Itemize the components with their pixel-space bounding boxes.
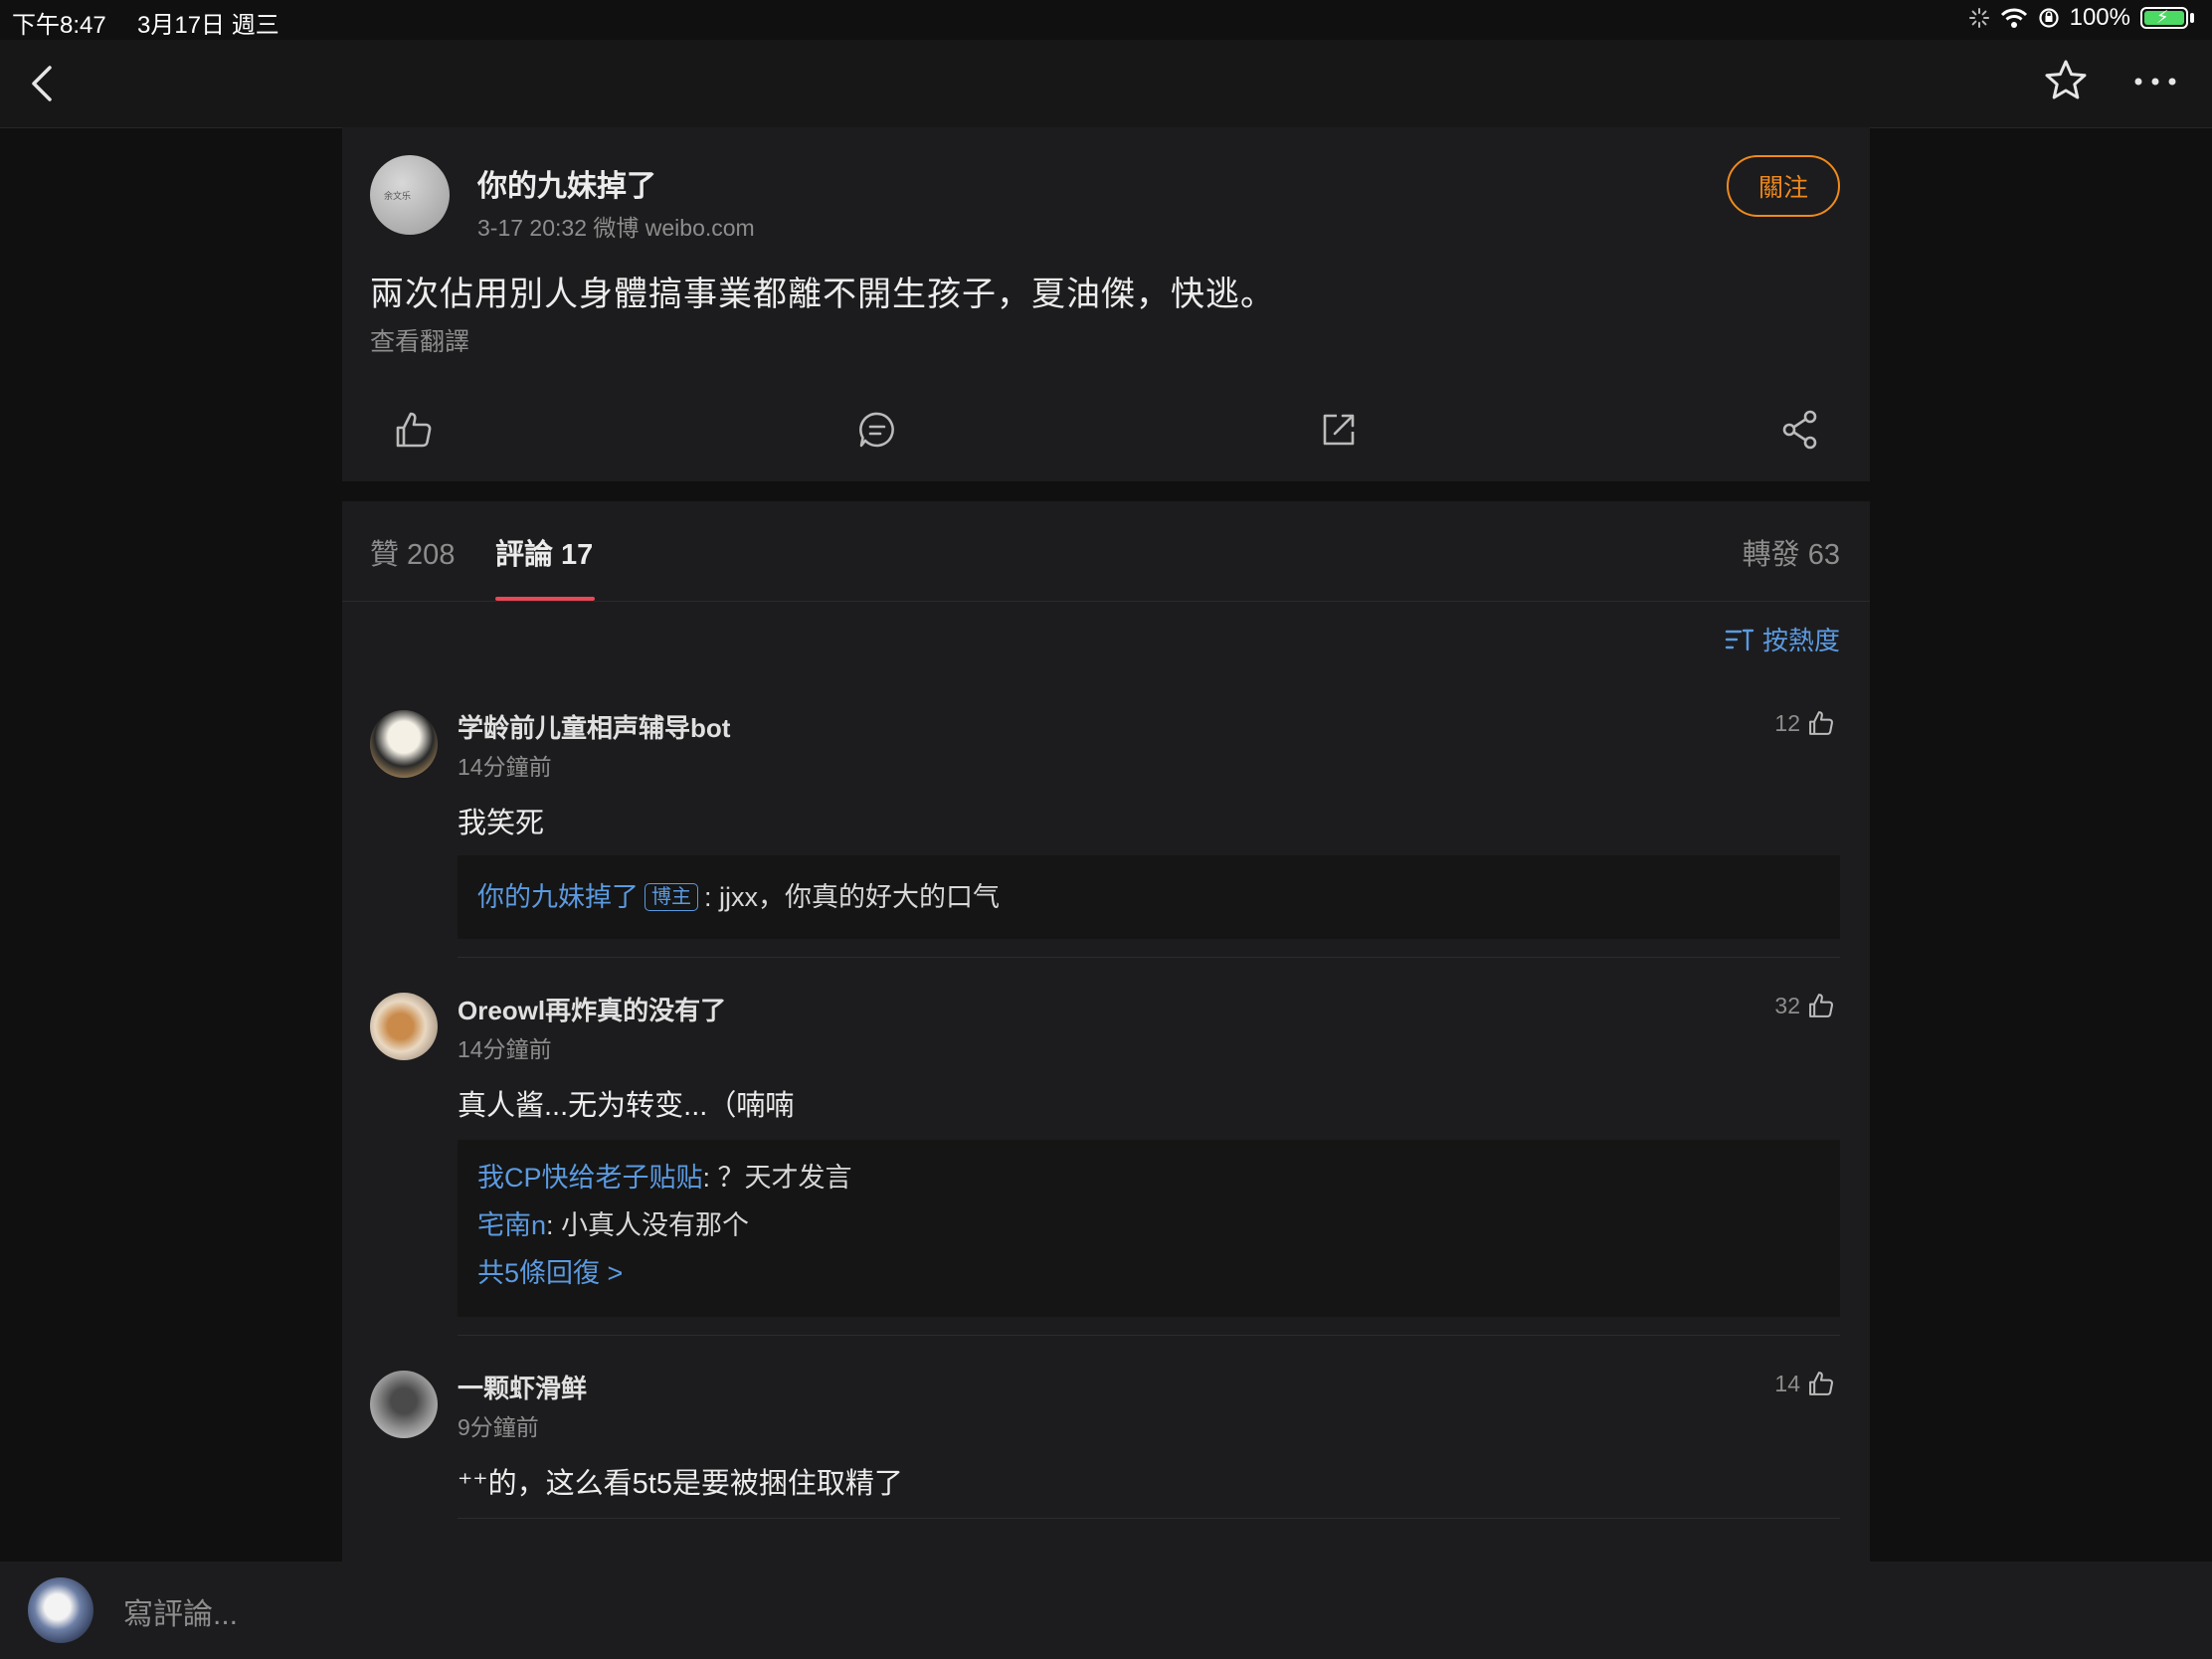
post-text: 兩次佔用別人身體搞事業都離不開生孩子，夏油傑，快逃。 bbox=[370, 276, 1275, 313]
orientation-lock-icon bbox=[2039, 8, 2059, 28]
current-user-avatar[interactable] bbox=[28, 1577, 93, 1643]
commenter-name[interactable]: 学龄前儿童相声辅导bot bbox=[458, 708, 730, 745]
battery-percent: 100% bbox=[2069, 4, 2130, 31]
commenter-avatar[interactable] bbox=[370, 993, 438, 1060]
reply-author[interactable]: 你的九妹掉了 bbox=[477, 882, 639, 912]
reply-text: : 小真人没有那个 bbox=[546, 1210, 750, 1240]
comment-like-button[interactable]: 12 bbox=[1774, 708, 1836, 738]
reply-text: : ？天才发言 bbox=[702, 1163, 852, 1193]
reply-text: : jjxx，你真的好大的口气 bbox=[704, 882, 1000, 912]
status-indicators: 100% ⚡ bbox=[1968, 4, 2194, 32]
comment-time: 14分鐘前 bbox=[458, 754, 552, 780]
more-replies-link[interactable]: 共5條回復 > bbox=[477, 1249, 1820, 1297]
comment-like-count: 32 bbox=[1774, 992, 1800, 1018]
activity-icon bbox=[1968, 8, 1989, 28]
tab-comments[interactable]: 評論 17 bbox=[495, 531, 593, 573]
commenter-avatar[interactable] bbox=[370, 710, 438, 778]
comment-input-bar: 寫評論... bbox=[0, 1562, 2212, 1659]
share-icon[interactable] bbox=[1778, 408, 1822, 452]
reply-box: 你的九妹掉了 博主: jjxx，你真的好大的口气 bbox=[458, 855, 1840, 939]
translate-link[interactable]: 查看翻譯 bbox=[370, 322, 469, 358]
thumbs-up-icon bbox=[1809, 994, 1833, 1017]
tab-likes[interactable]: 贊 208 bbox=[370, 531, 455, 573]
comment-divider bbox=[458, 1335, 1840, 1336]
battery-tip bbox=[2190, 13, 2194, 23]
reply-box: 我CP快给老子贴贴: ？天才发言 宅南n: 小真人没有那个 共5條回復 > bbox=[458, 1140, 1840, 1317]
sort-label: 按熱度 bbox=[1761, 626, 1840, 655]
post-meta: 3-17 20:32 微博 weibo.com bbox=[477, 215, 755, 241]
tab-reposts[interactable]: 轉發 63 bbox=[1743, 531, 1840, 573]
comment-text: ⁺⁺的，这么看5t5是要被捆住取精了 bbox=[458, 1468, 903, 1500]
reply-line: 我CP快给老子贴贴: ？天才发言 bbox=[477, 1154, 1820, 1201]
reply-line: 宅南n: 小真人没有那个 bbox=[477, 1201, 1820, 1249]
reply-line: 你的九妹掉了 博主: jjxx，你真的好大的口气 bbox=[477, 873, 1820, 921]
comment-text: 真人酱...无为转变...（喃喃 bbox=[458, 1090, 795, 1122]
status-time: 下午8:47 bbox=[12, 12, 106, 39]
comment-like-count: 14 bbox=[1774, 1370, 1800, 1396]
comment-divider bbox=[458, 957, 1840, 958]
battery-icon: ⚡ bbox=[2140, 7, 2188, 29]
wifi-icon bbox=[2000, 8, 2027, 28]
comment-text: 我笑死 bbox=[458, 808, 545, 839]
comments-panel: 贊 208 評論 17 轉發 63 按熱度 学龄前儿童相声辅导bot 14分鐘前… bbox=[342, 501, 1870, 1566]
comment-divider bbox=[458, 1518, 1840, 1519]
status-bar: 下午8:47 3月17日 週三 100% ⚡ bbox=[0, 0, 2212, 40]
follow-button[interactable]: 關注 bbox=[1727, 155, 1840, 217]
post-author-name[interactable]: 你的九妹掉了 bbox=[477, 161, 656, 205]
comment-input[interactable]: 寫評論... bbox=[123, 1589, 238, 1633]
commenter-avatar[interactable] bbox=[370, 1371, 438, 1438]
avatar-caption: 余文乐 bbox=[384, 191, 412, 201]
reply-author[interactable]: 我CP快给老子贴贴 bbox=[477, 1163, 703, 1193]
back-arrow-icon[interactable] bbox=[22, 60, 62, 107]
commenter-name[interactable]: 一颗虾滑鲜 bbox=[458, 1369, 587, 1405]
comment-time: 9分鐘前 bbox=[458, 1414, 539, 1440]
reply-author[interactable]: 宅南n bbox=[477, 1210, 546, 1240]
navigation-bar bbox=[0, 40, 2212, 128]
tabs-divider bbox=[342, 601, 1870, 602]
favorite-star-icon[interactable] bbox=[2043, 58, 2089, 103]
post-card: 余文乐 你的九妹掉了 3-17 20:32 微博 weibo.com 關注 兩次… bbox=[342, 127, 1870, 481]
repost-icon[interactable] bbox=[1317, 408, 1361, 452]
sort-icon bbox=[1725, 629, 1754, 650]
author-badge: 博主 bbox=[645, 883, 698, 911]
more-options-icon[interactable] bbox=[2130, 64, 2180, 99]
comment-like-button[interactable]: 14 bbox=[1774, 1369, 1836, 1398]
thumbs-up-icon bbox=[1809, 711, 1833, 735]
comment-like-count: 12 bbox=[1774, 709, 1800, 736]
like-icon[interactable] bbox=[392, 408, 436, 452]
comment-icon[interactable] bbox=[855, 408, 899, 452]
post-author-avatar[interactable]: 余文乐 bbox=[370, 155, 450, 235]
thumbs-up-icon bbox=[1809, 1372, 1833, 1395]
comment-time: 14分鐘前 bbox=[458, 1036, 552, 1062]
status-date: 3月17日 週三 bbox=[137, 12, 279, 39]
sort-button[interactable]: 按熱度 bbox=[1725, 621, 1840, 657]
comment-like-button[interactable]: 32 bbox=[1774, 991, 1836, 1020]
commenter-name[interactable]: Oreowl再炸真的没有了 bbox=[458, 991, 726, 1027]
